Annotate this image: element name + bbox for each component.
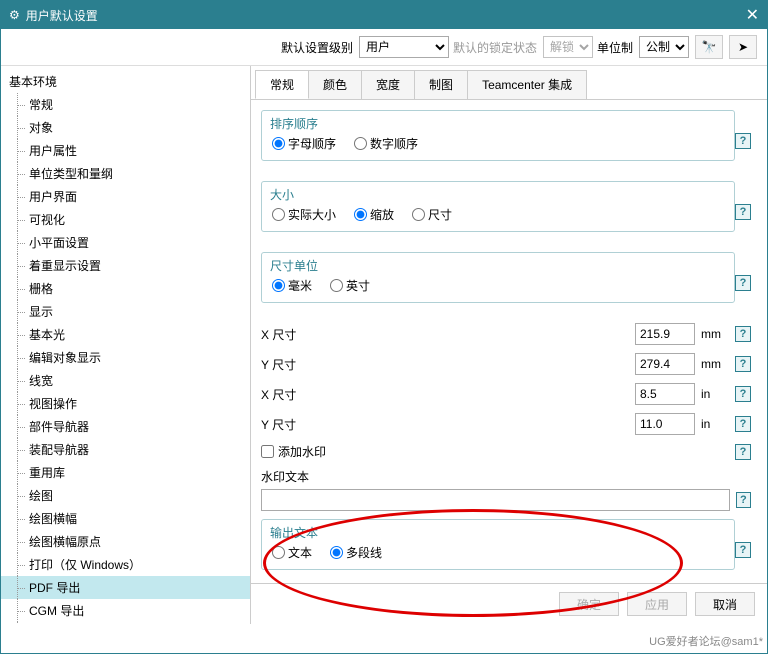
lock-select: 解锁 xyxy=(543,36,593,58)
out-polyline[interactable]: 多段线 xyxy=(330,544,382,561)
help-icon[interactable]: ? xyxy=(735,386,751,402)
watermark-input[interactable] xyxy=(261,489,730,511)
tab[interactable]: Teamcenter 集成 xyxy=(467,70,587,99)
watermark-text-label: 水印文本 xyxy=(261,468,751,485)
tab[interactable]: 常规 xyxy=(255,70,309,99)
help-icon[interactable]: ? xyxy=(735,416,751,432)
close-icon[interactable]: ✕ xyxy=(746,5,759,25)
size-dim[interactable]: 尺寸 xyxy=(412,206,452,223)
window-title: 用户默认设置 xyxy=(26,7,98,24)
sidebar-item[interactable]: JT 文件 xyxy=(1,622,250,624)
help-icon[interactable]: ? xyxy=(736,492,751,508)
help-icon[interactable]: ? xyxy=(735,542,751,558)
sidebar-item[interactable]: 小平面设置 xyxy=(1,231,250,254)
unit-mm[interactable]: 毫米 xyxy=(272,277,312,294)
sidebar-item[interactable]: 编辑对象显示 xyxy=(1,346,250,369)
help-icon[interactable]: ? xyxy=(735,204,751,220)
size-group: 大小 实际大小 缩放 尺寸 xyxy=(261,181,735,232)
binoculars-icon[interactable]: 🔭 xyxy=(695,35,723,59)
sidebar-item[interactable]: 可视化 xyxy=(1,208,250,231)
sidebar-item[interactable]: 重用库 xyxy=(1,461,250,484)
footer: 确定 应用 取消 xyxy=(251,583,767,624)
help-icon[interactable]: ? xyxy=(735,356,751,372)
level-select[interactable]: 用户 xyxy=(359,36,449,58)
toolbar: 默认设置级别 用户 默认的锁定状态 解锁 单位制 公制 🔭 ➤ xyxy=(1,29,767,66)
y-mm-label: Y 尺寸 xyxy=(261,356,321,373)
tab[interactable]: 宽度 xyxy=(361,70,415,99)
help-icon[interactable]: ? xyxy=(735,275,751,291)
x-in-label: X 尺寸 xyxy=(261,386,321,403)
tab[interactable]: 制图 xyxy=(414,70,468,99)
sidebar-item[interactable]: 着重显示设置 xyxy=(1,254,250,277)
titlebar: ⚙ 用户默认设置 ✕ xyxy=(1,1,767,29)
y-mm-input[interactable] xyxy=(635,353,695,375)
sidebar-item[interactable]: 常规 xyxy=(1,93,250,116)
sidebar-item[interactable]: CGM 导出 xyxy=(1,599,250,622)
sidebar-item[interactable]: 绘图横幅 xyxy=(1,507,250,530)
x-mm-input[interactable] xyxy=(635,323,695,345)
sidebar-item[interactable]: 基本光 xyxy=(1,323,250,346)
sidebar-item[interactable]: 显示 xyxy=(1,300,250,323)
content: 排序顺序 字母顺序 数字顺序 ? 大小 实际大小 缩放 xyxy=(251,100,767,583)
sidebar-item[interactable]: 栅格 xyxy=(1,277,250,300)
dim-unit-group: 尺寸单位 毫米 英寸 xyxy=(261,252,735,303)
level-label: 默认设置级别 xyxy=(281,39,353,56)
x-in-input[interactable] xyxy=(635,383,695,405)
cancel-button[interactable]: 取消 xyxy=(695,592,755,616)
unit-label: 单位制 xyxy=(597,39,633,56)
help-icon[interactable]: ? xyxy=(735,133,751,149)
sidebar-item[interactable]: 单位类型和量纲 xyxy=(1,162,250,185)
size-scale[interactable]: 缩放 xyxy=(354,206,394,223)
apply-button: 应用 xyxy=(627,592,687,616)
tab[interactable]: 颜色 xyxy=(308,70,362,99)
sidebar-item[interactable]: 打印（仅 Windows） xyxy=(1,553,250,576)
output-text-group: 输出文本 文本 多段线 xyxy=(261,519,735,570)
sidebar-item[interactable]: PDF 导出 xyxy=(1,576,250,599)
sort-num[interactable]: 数字顺序 xyxy=(354,135,418,152)
tabs: 常规颜色宽度制图Teamcenter 集成 xyxy=(251,66,767,100)
sidebar-item[interactable]: 用户界面 xyxy=(1,185,250,208)
sidebar-item[interactable]: 绘图横幅原点 xyxy=(1,530,250,553)
sidebar-item[interactable]: 装配导航器 xyxy=(1,438,250,461)
help-icon[interactable]: ? xyxy=(735,326,751,342)
lock-label: 默认的锁定状态 xyxy=(453,39,537,56)
y-in-label: Y 尺寸 xyxy=(261,416,321,433)
size-actual[interactable]: 实际大小 xyxy=(272,206,336,223)
sidebar-item[interactable]: 部件导航器 xyxy=(1,415,250,438)
sidebar-item[interactable]: 线宽 xyxy=(1,369,250,392)
ok-button: 确定 xyxy=(559,592,619,616)
sidebar-item[interactable]: 视图操作 xyxy=(1,392,250,415)
unit-in[interactable]: 英寸 xyxy=(330,277,370,294)
sidebar-item[interactable]: 用户属性 xyxy=(1,139,250,162)
y-in-input[interactable] xyxy=(635,413,695,435)
out-text[interactable]: 文本 xyxy=(272,544,312,561)
sidebar[interactable]: 基本环境 常规对象用户属性单位类型和量纲用户界面可视化小平面设置着重显示设置栅格… xyxy=(1,66,251,624)
add-watermark[interactable]: 添加水印 xyxy=(261,443,729,460)
gear-icon: ⚙ xyxy=(9,8,20,22)
sidebar-item[interactable]: 绘图 xyxy=(1,484,250,507)
unit-select[interactable]: 公制 xyxy=(639,36,689,58)
page-watermark: UG爱好者论坛@sam1* xyxy=(649,633,763,649)
sidebar-item[interactable]: 对象 xyxy=(1,116,250,139)
help-icon[interactable]: ? xyxy=(735,444,751,460)
tree-root[interactable]: 基本环境 xyxy=(1,70,250,93)
x-mm-label: X 尺寸 xyxy=(261,326,321,343)
pointer-icon[interactable]: ➤ xyxy=(729,35,757,59)
sort-group: 排序顺序 字母顺序 数字顺序 xyxy=(261,110,735,161)
sort-alpha[interactable]: 字母顺序 xyxy=(272,135,336,152)
